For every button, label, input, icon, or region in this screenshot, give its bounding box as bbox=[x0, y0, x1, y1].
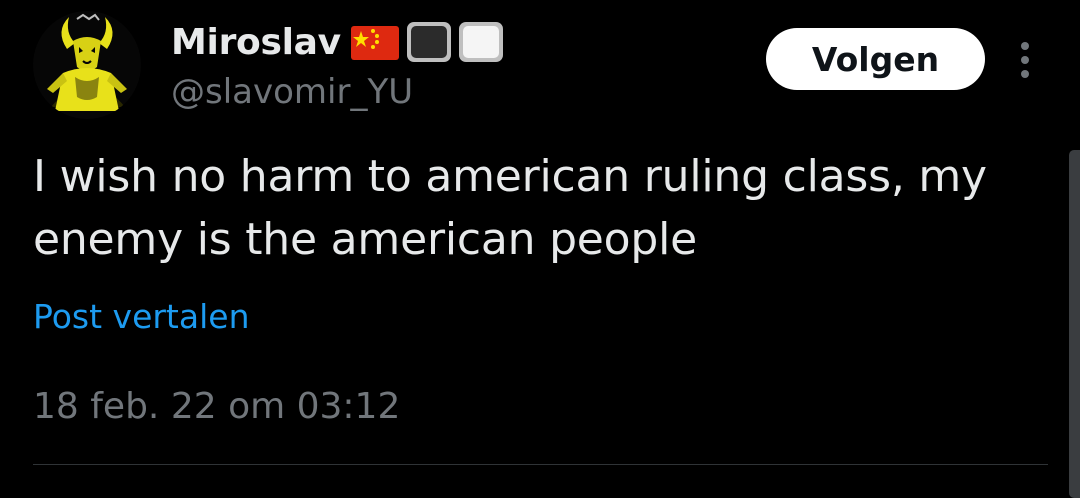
name-emojis bbox=[349, 21, 509, 63]
avatar[interactable] bbox=[33, 11, 141, 119]
display-name[interactable]: Miroslav bbox=[171, 22, 341, 63]
follow-button[interactable]: Volgen bbox=[766, 28, 985, 90]
goat-figure-icon bbox=[33, 11, 141, 119]
divider bbox=[33, 464, 1048, 465]
author-handle[interactable]: @slavomir_YU bbox=[171, 72, 413, 112]
white-square-icon bbox=[458, 22, 503, 62]
flag-china-icon bbox=[350, 26, 399, 60]
translate-post-link[interactable]: Post vertalen bbox=[33, 297, 249, 336]
more-options-button[interactable] bbox=[1010, 38, 1040, 82]
author-name-row[interactable]: Miroslav bbox=[171, 18, 509, 66]
tweet-text: I wish no harm to american ruling class,… bbox=[33, 151, 987, 265]
black-square-icon bbox=[406, 22, 451, 62]
more-vertical-icon bbox=[1021, 42, 1029, 78]
post-timestamp[interactable]: 18 feb. 22 om 03:12 bbox=[33, 386, 400, 427]
scrollbar[interactable] bbox=[1069, 150, 1080, 498]
